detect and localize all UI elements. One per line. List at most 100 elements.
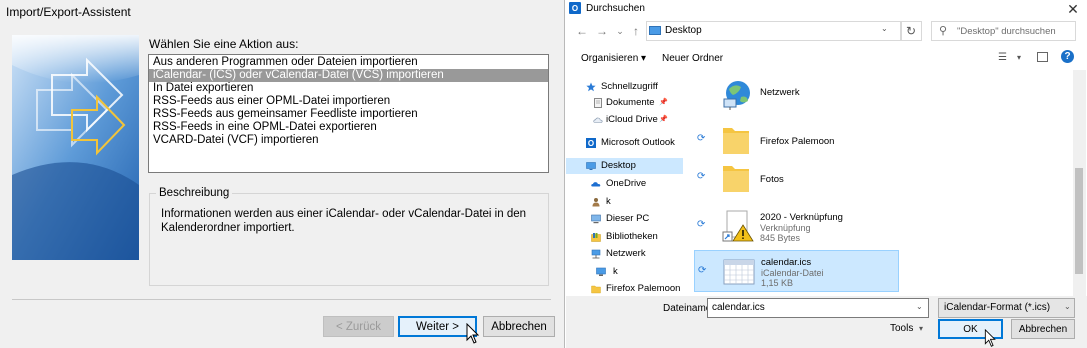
nav-item[interactable]: k: [566, 264, 683, 280]
file-list: Netzwerk ⟳ Firefox Palemoon ⟳ Fotos ⟳ 2020 - V…: [684, 70, 1073, 296]
calendar-file-icon: [722, 254, 756, 291]
nav-item[interactable]: Desktop: [566, 158, 683, 174]
nav-item[interactable]: Dokumente 📌: [566, 95, 683, 111]
sync-status-icon: ⟳: [697, 219, 706, 230]
file-item[interactable]: ⟳ Firefox Palemoon: [684, 120, 1054, 160]
file-size: 845 Bytes: [760, 233, 801, 243]
nav-item-label: Dieser PC: [606, 213, 650, 224]
action-item[interactable]: Aus anderen Programmen oder Dateien impo…: [149, 56, 548, 69]
action-item[interactable]: RSS-Feeds aus einer OPML-Datei importier…: [149, 95, 548, 108]
back-arrow-icon[interactable]: ←: [574, 22, 590, 40]
file-name: 2020 - Verknüpfung: [760, 212, 843, 223]
wizard-banner-image: [12, 35, 139, 260]
file-name: Firefox Palemoon: [760, 136, 835, 147]
action-item[interactable]: iCalendar- (ICS) oder vCalendar-Datei (V…: [149, 69, 548, 82]
close-icon[interactable]: ✕: [1062, 0, 1084, 18]
address-text: Desktop: [665, 25, 702, 36]
outlook-icon: O: [569, 2, 581, 14]
description-text: Informationen werden aus einer iCalendar…: [161, 208, 527, 234]
nav-item-label: k: [613, 266, 618, 277]
nav-item-label: Schnellzugriff: [601, 81, 658, 92]
file-item[interactable]: ⟳ 2020 - Verknüpfung Verknüpfung 845 Bytes: [684, 206, 1054, 246]
up-arrow-icon[interactable]: ↑: [628, 22, 644, 40]
file-size: 1,15 KB: [761, 278, 794, 288]
mouse-cursor-icon: [466, 323, 480, 344]
nav-item-label: OneDrive: [606, 178, 647, 189]
action-item[interactable]: In Datei exportieren: [149, 82, 548, 95]
separator: [12, 299, 551, 300]
folder-icon: [591, 284, 601, 294]
back-button[interactable]: < Zurück: [323, 316, 394, 337]
library-icon: [591, 232, 601, 242]
action-prompt: Wählen Sie eine Aktion aus:: [149, 37, 299, 51]
view-dropdown-icon[interactable]: ▾: [1017, 53, 1021, 62]
import-export-wizard: Import/Export-Assistent Wählen Sie eine …: [0, 0, 565, 348]
preview-pane-icon[interactable]: [1037, 52, 1048, 62]
chevron-down-icon[interactable]: ⌄: [881, 24, 888, 33]
organise-menu[interactable]: Organisieren ▾: [581, 53, 646, 64]
action-listbox[interactable]: Aus anderen Programmen oder Dateien impo…: [148, 54, 549, 173]
nav-item-label: Netzwerk: [606, 248, 646, 259]
file-type-select[interactable]: iCalendar-Format (*.ics): [938, 298, 1075, 318]
document-icon: [593, 98, 603, 108]
file-item[interactable]: ⟳ calendar.ics iCalendar-Datei 1,15 KB: [694, 250, 899, 292]
search-icon: ⚲: [939, 25, 948, 37]
navigation-pane: Schnellzugriff Dokumente 📌 iCloud Drive 📌 O Mi…: [566, 70, 683, 296]
dialog-cancel-button[interactable]: Abbrechen: [1011, 319, 1075, 339]
nav-item-label: iCloud Drive: [606, 114, 658, 125]
pc-icon: [591, 214, 601, 224]
nav-item[interactable]: Schnellzugriff: [566, 79, 683, 95]
network-globe-icon: [721, 77, 755, 114]
nav-item[interactable]: Bibliotheken: [566, 229, 683, 245]
computer-icon: [596, 267, 606, 277]
file-name: calendar.ics: [761, 257, 812, 268]
recent-dropdown-icon[interactable]: ⌄: [612, 22, 628, 40]
file-item[interactable]: Netzwerk: [684, 74, 1054, 114]
file-type: Verknüpfung: [760, 223, 811, 233]
folder-icon: [721, 123, 751, 160]
nav-item-label: Microsoft Outlook: [601, 137, 675, 148]
dialog-title: Durchsuchen: [586, 3, 645, 14]
nav-item-label: Firefox Palemoon: [606, 283, 681, 294]
nav-item[interactable]: O Microsoft Outlook: [566, 135, 683, 151]
action-item[interactable]: RSS-Feeds aus gemeinsamer Feedliste impo…: [149, 108, 548, 121]
nav-item[interactable]: OneDrive: [566, 176, 683, 192]
nav-item[interactable]: Firefox Palemoon: [566, 281, 683, 296]
tools-dropdown-icon[interactable]: ▾: [919, 324, 923, 333]
nav-item[interactable]: Dieser PC: [566, 211, 683, 227]
nav-item[interactable]: Netzwerk: [566, 246, 683, 262]
shortcut-warning-icon: [721, 209, 755, 246]
refresh-icon[interactable]: ↻: [900, 21, 922, 41]
scrollbar-thumb[interactable]: [1075, 168, 1083, 274]
chevron-down-icon[interactable]: ⌄: [916, 302, 923, 311]
pin-icon: 📌: [659, 116, 668, 123]
user-icon: [591, 197, 601, 207]
action-item[interactable]: RSS-Feeds in eine OPML-Datei exportieren: [149, 121, 548, 134]
wizard-title: Import/Export-Assistent: [6, 5, 131, 19]
network-icon: [591, 249, 601, 259]
search-placeholder: "Desktop" durchsuchen: [957, 26, 1056, 37]
svg-text:O: O: [588, 139, 594, 148]
filename-input[interactable]: calendar.ics: [707, 298, 929, 318]
description-title: Beschreibung: [156, 187, 233, 199]
chevron-down-icon[interactable]: ⌄: [1064, 302, 1071, 311]
nav-item-label: Desktop: [601, 160, 636, 171]
onedrive-icon: [591, 179, 601, 189]
new-folder-button[interactable]: Neuer Ordner: [662, 53, 723, 64]
view-options-icon[interactable]: ☰: [998, 52, 1007, 63]
file-type: iCalendar-Datei: [761, 268, 824, 278]
pin-icon: 📌: [659, 99, 668, 106]
folder-icon: [721, 161, 751, 198]
file-name: Fotos: [760, 174, 784, 185]
nav-item-label: k: [606, 196, 611, 207]
cancel-button[interactable]: Abbrechen: [483, 316, 555, 337]
nav-item[interactable]: k: [566, 194, 683, 210]
action-item[interactable]: VCARD-Datei (VCF) importieren: [149, 134, 548, 147]
help-icon[interactable]: ?: [1061, 50, 1074, 63]
file-item[interactable]: ⟳ Fotos: [684, 158, 1054, 198]
nav-item[interactable]: iCloud Drive 📌: [566, 112, 683, 128]
forward-arrow-icon[interactable]: →: [594, 22, 610, 40]
desktop-icon: [586, 161, 596, 171]
sync-status-icon: ⟳: [698, 265, 707, 276]
tools-menu[interactable]: Tools: [890, 323, 913, 334]
